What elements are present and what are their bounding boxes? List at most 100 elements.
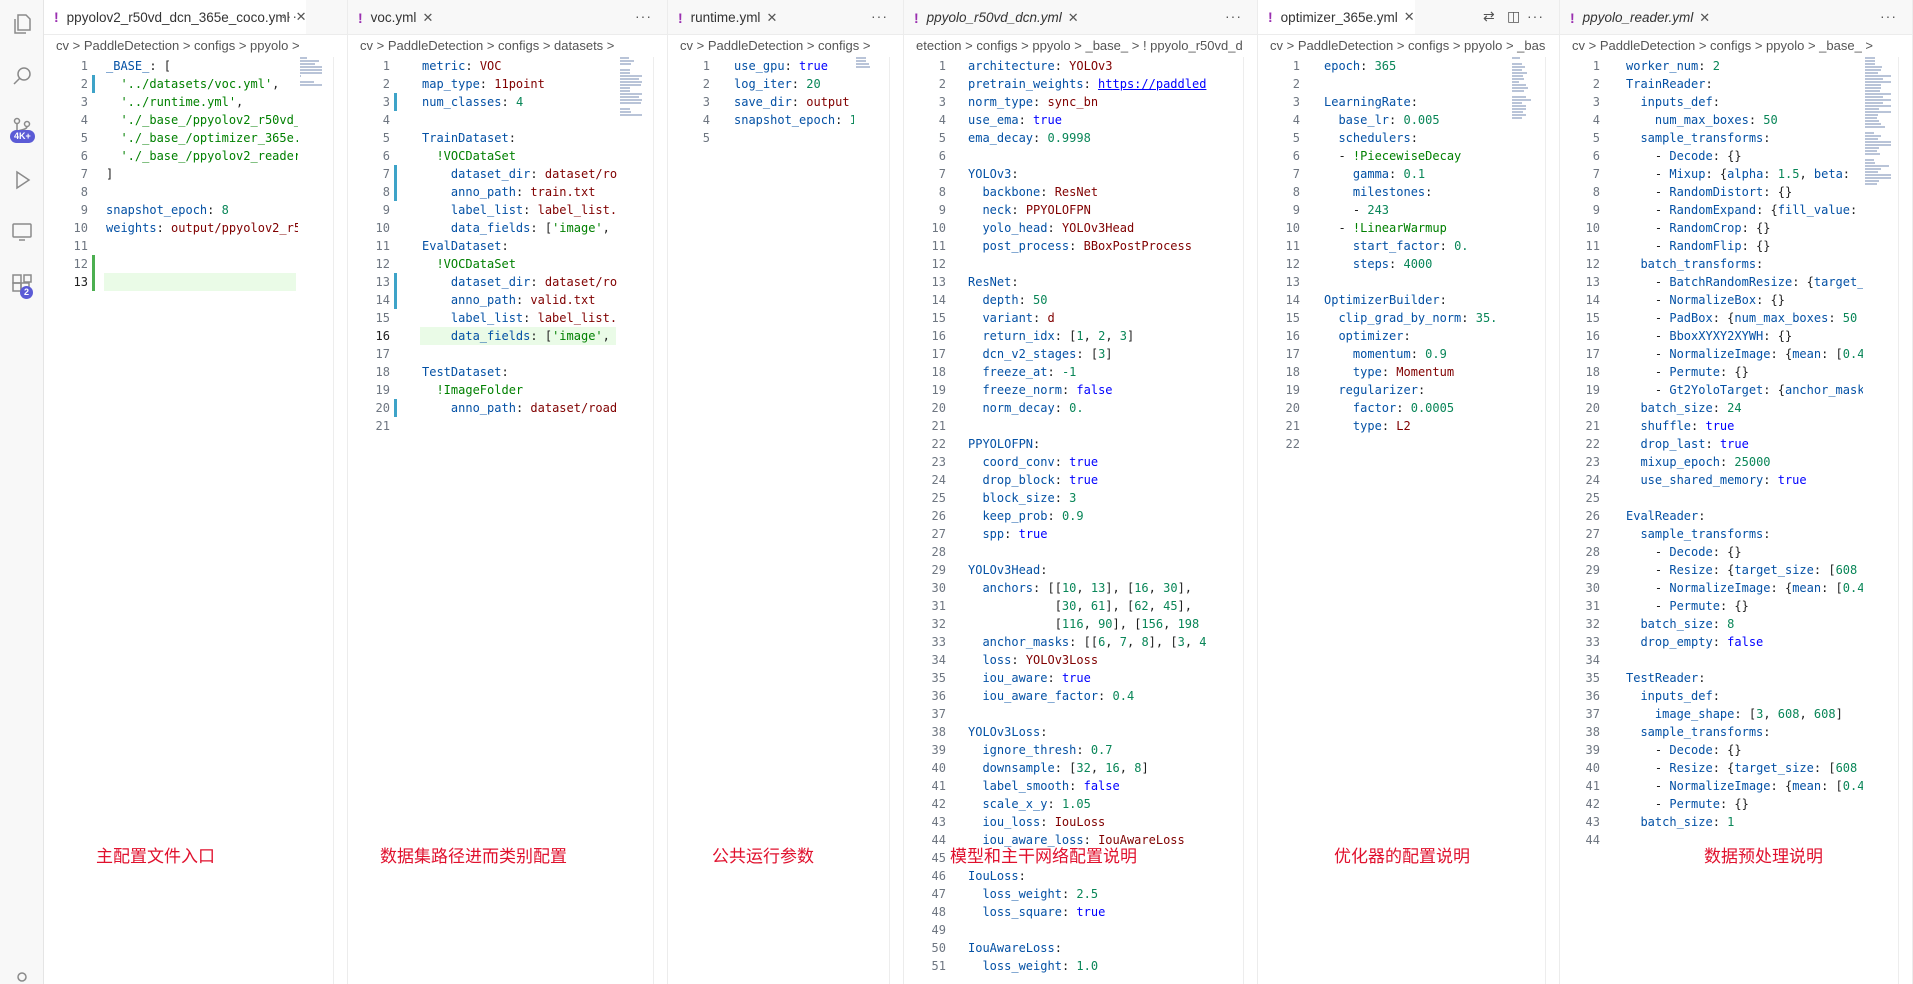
code-token: , bbox=[602, 329, 610, 343]
code-token: : bbox=[1425, 185, 1433, 199]
code-token: label_list bbox=[450, 311, 524, 325]
more-actions-icon[interactable]: ··· bbox=[1225, 8, 1245, 26]
more-actions-icon[interactable]: ··· bbox=[871, 8, 891, 26]
vertical-scrollbar[interactable] bbox=[889, 57, 903, 984]
editor-tab[interactable]: ! voc.yml ✕ bbox=[348, 0, 433, 34]
editor-tab[interactable]: ! optimizer_365e.yml ✕ bbox=[1258, 0, 1415, 34]
code-token: , bbox=[1105, 329, 1120, 343]
code-token: true bbox=[1719, 437, 1749, 451]
account-icon[interactable] bbox=[8, 966, 36, 984]
breadcrumb[interactable]: cv > PaddleDetection > configs > ppyolo … bbox=[1560, 35, 1912, 57]
code-token: : bbox=[1417, 383, 1426, 397]
code-line: backbone: ResNet bbox=[968, 183, 1098, 201]
code-line: regularizer: bbox=[1324, 381, 1425, 399]
more-actions-icon[interactable]: ··· bbox=[1527, 8, 1547, 26]
code-token: - bbox=[1626, 743, 1670, 757]
minimap-line bbox=[620, 114, 642, 116]
close-icon[interactable]: ✕ bbox=[1699, 10, 1710, 26]
code-token: : bbox=[1763, 473, 1778, 487]
vertical-scrollbar[interactable] bbox=[1243, 57, 1257, 984]
breadcrumb[interactable]: cv > PaddleDetection > configs > ppyolo … bbox=[1258, 35, 1559, 57]
split-editor-icon[interactable]: ◫ bbox=[1507, 8, 1527, 26]
close-icon[interactable]: ✕ bbox=[766, 10, 777, 26]
minimap[interactable] bbox=[298, 57, 328, 257]
close-icon[interactable]: ✕ bbox=[422, 10, 433, 26]
close-icon[interactable]: ✕ bbox=[1068, 10, 1079, 26]
editor-tab[interactable]: ! ppyolo_r50vd_dcn.yml ✕ bbox=[904, 0, 1079, 34]
code-token: : [ bbox=[1813, 761, 1836, 775]
code-line: data_fields: ['image', bbox=[422, 327, 610, 345]
code-token: './_base_/ppyolov2_reader bbox=[120, 149, 298, 163]
vertical-scrollbar[interactable] bbox=[653, 57, 667, 984]
code-token: : { bbox=[1770, 779, 1793, 793]
code-token: : bbox=[1040, 563, 1048, 577]
search-icon[interactable] bbox=[8, 62, 36, 90]
code-token: : bbox=[1061, 887, 1077, 901]
line-number: 18 bbox=[1285, 365, 1300, 379]
code-token: neck bbox=[982, 203, 1012, 217]
code-token: : bbox=[1061, 959, 1077, 973]
code-token: 30 bbox=[1163, 581, 1178, 595]
code-token: : bbox=[156, 221, 172, 235]
code-token: - bbox=[1626, 275, 1670, 289]
code-token: 0.9 bbox=[1425, 347, 1447, 361]
breadcrumb[interactable]: cv > PaddleDetection > configs > bbox=[668, 35, 903, 57]
code-token: [ bbox=[968, 599, 1062, 613]
run-debug-icon[interactable] bbox=[8, 166, 36, 194]
code-token: train.txt bbox=[530, 185, 596, 199]
more-actions-icon[interactable]: ··· bbox=[635, 8, 655, 26]
editor-tab[interactable]: ! runtime.yml ✕ bbox=[668, 0, 777, 34]
minimap[interactable] bbox=[1510, 57, 1540, 257]
code-line: [30, 61], [62, 45], bbox=[968, 597, 1192, 615]
code-line: - Mixup: {alpha: 1.5, beta: bbox=[1626, 165, 1857, 183]
code-token: : bbox=[1018, 293, 1034, 307]
vertical-scrollbar[interactable] bbox=[1545, 57, 1559, 984]
code-token: : bbox=[1083, 77, 1099, 91]
code-token: : bbox=[1033, 311, 1048, 325]
remote-explorer-icon[interactable] bbox=[8, 218, 36, 246]
minimap-line bbox=[1865, 105, 1891, 107]
line-number: 11 bbox=[73, 239, 88, 253]
editor-tab[interactable]: ! ppyolov2_r50vd_dcn_365e_coco.yml ✕ bbox=[44, 0, 307, 34]
code-line: !ImageFolder bbox=[422, 381, 523, 399]
code-line: EvalReader: bbox=[1626, 507, 1705, 525]
minimap[interactable] bbox=[1863, 57, 1893, 257]
yaml-file-icon: ! bbox=[1570, 9, 1575, 26]
code-token: 8 bbox=[1141, 635, 1149, 649]
vertical-scrollbar[interactable] bbox=[333, 57, 347, 984]
code-token: : { bbox=[1770, 581, 1793, 595]
editor-tab[interactable]: ! ppyolo_reader.yml ✕ bbox=[1560, 0, 1710, 34]
breadcrumb[interactable]: cv > PaddleDetection > configs > ppyolo … bbox=[44, 35, 347, 57]
more-actions-icon[interactable]: ··· bbox=[281, 8, 301, 26]
editor-tab[interactable]: !pp bbox=[341, 0, 347, 34]
minimap[interactable] bbox=[854, 57, 884, 257]
line-number: 16 bbox=[375, 329, 390, 343]
breadcrumb[interactable]: etection > configs > ppyolo > _base_ > !… bbox=[904, 35, 1257, 57]
more-actions-icon[interactable]: ··· bbox=[1880, 8, 1900, 26]
line-number: 14 bbox=[1285, 293, 1300, 307]
line-number: 2 bbox=[1292, 77, 1300, 91]
code-token: - bbox=[1626, 347, 1670, 361]
minimap[interactable] bbox=[618, 57, 648, 257]
code-token: : {} bbox=[1756, 293, 1785, 307]
code-token: NormalizeImage bbox=[1669, 347, 1771, 361]
breadcrumb[interactable]: cv > PaddleDetection > configs > dataset… bbox=[348, 35, 667, 57]
code-token: NormalizeImage bbox=[1669, 779, 1771, 793]
code-token: PadBox bbox=[1669, 311, 1713, 325]
code-token: : bbox=[515, 293, 531, 307]
code-token: loss bbox=[982, 653, 1012, 667]
explorer-icon[interactable] bbox=[8, 10, 36, 38]
minimap-line bbox=[1865, 90, 1881, 92]
code-token: : bbox=[1381, 419, 1397, 433]
close-icon[interactable]: ✕ bbox=[1404, 9, 1415, 25]
compare-changes-icon[interactable]: ⇄ bbox=[1483, 8, 1503, 26]
vertical-scrollbar[interactable] bbox=[1898, 57, 1912, 984]
code-token: ], [ bbox=[1148, 635, 1178, 649]
minimap-line bbox=[1865, 168, 1881, 170]
code-line: scale_x_y: 1.05 bbox=[968, 795, 1090, 813]
code-token: dataset/ro bbox=[544, 167, 618, 181]
code-token: , bbox=[1799, 707, 1814, 721]
